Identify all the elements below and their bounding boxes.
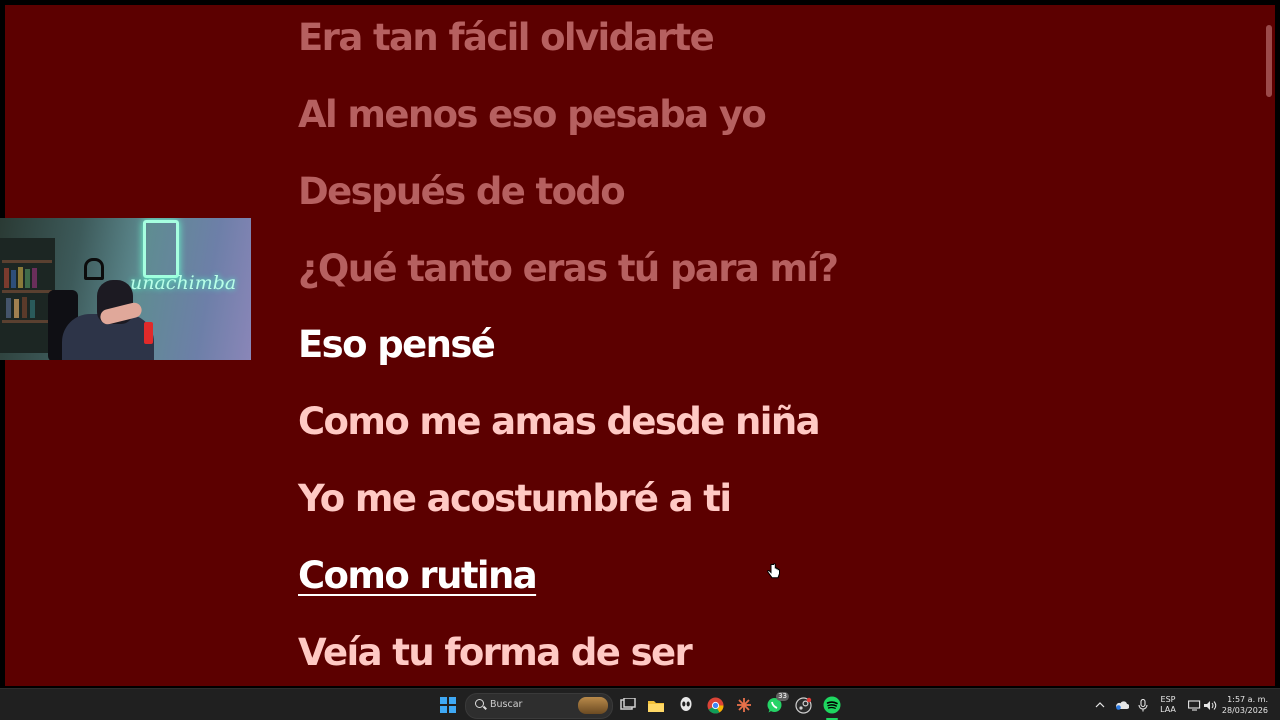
search-highlight-icon[interactable] — [578, 697, 608, 714]
taskbar-search-input[interactable]: Buscar — [465, 693, 613, 719]
webcam-overlay: unachimba — [0, 218, 251, 360]
search-icon — [475, 699, 484, 708]
headphones-icon — [84, 258, 104, 280]
language-code: ESP — [1160, 695, 1176, 704]
lyric-line[interactable]: Veía tu forma de ser — [298, 631, 693, 675]
taskbar: Buscar 33 ESP LAA 1:57 a. m. 28/03/2026 — [0, 688, 1280, 720]
microphone-light — [144, 322, 153, 344]
clock-time: 1:57 a. m. — [1227, 695, 1268, 704]
lyric-line-hovered[interactable]: Como rutina — [298, 554, 538, 598]
scrollbar[interactable] — [1265, 5, 1274, 686]
whatsapp-icon[interactable]: 33 — [764, 692, 789, 715]
keyboard-layout: LAA — [1160, 705, 1176, 714]
task-view-icon[interactable] — [618, 695, 638, 715]
clock-date: 28/03/2026 — [1221, 706, 1268, 715]
neon-logo — [143, 220, 179, 278]
bookshelf — [0, 238, 55, 353]
microphone-icon[interactable] — [1133, 695, 1153, 715]
hand-cursor-icon — [767, 563, 780, 579]
chevron-up-icon[interactable] — [1090, 695, 1110, 715]
file-explorer-icon[interactable] — [646, 695, 666, 715]
scrollbar-thumb[interactable] — [1266, 25, 1272, 97]
search-placeholder: Buscar — [490, 699, 523, 710]
lyric-line[interactable]: Como me amas desde niña — [298, 400, 821, 444]
start-icon[interactable] — [440, 697, 456, 713]
lyric-line[interactable]: ¿Qué tanto eras tú para mí? — [298, 247, 839, 291]
language-indicator[interactable]: ESP LAA — [1158, 695, 1178, 715]
sunburst-app-icon[interactable] — [734, 695, 754, 715]
volume-icon[interactable] — [1200, 695, 1220, 715]
onedrive-icon[interactable] — [1112, 695, 1132, 715]
chrome-icon[interactable] — [705, 695, 725, 715]
lyric-line[interactable]: Al menos eso pesaba yo — [298, 93, 767, 137]
lyric-line-current[interactable]: Eso pensé — [298, 323, 496, 367]
lyric-line[interactable]: Después de todo — [298, 170, 626, 214]
lyric-line[interactable]: Era tan fácil olvidarte — [298, 16, 715, 60]
alien-app-icon[interactable] — [676, 695, 696, 715]
lyric-line[interactable]: Yo me acostumbré a ti — [298, 477, 732, 521]
whatsapp-badge: 33 — [776, 692, 789, 701]
neon-sign-text: unachimba — [130, 272, 237, 294]
spotify-icon[interactable] — [822, 695, 842, 715]
clock[interactable]: 1:57 a. m. 28/03/2026 — [1222, 694, 1268, 716]
steam-icon[interactable] — [793, 695, 813, 715]
